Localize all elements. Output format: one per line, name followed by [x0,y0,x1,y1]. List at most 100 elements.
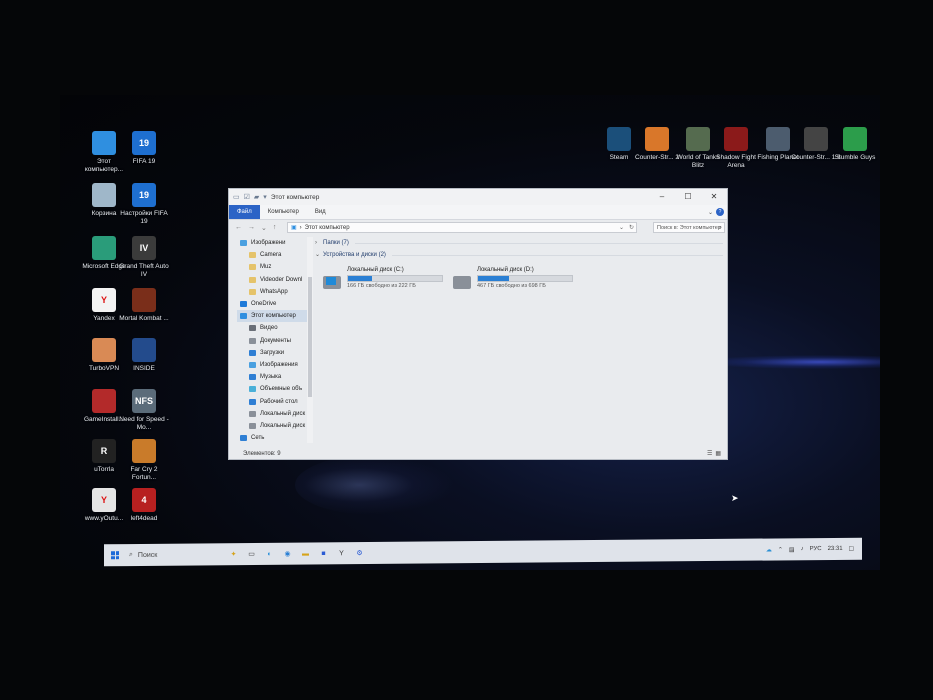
search-input[interactable]: Поиск в: Этот компьютер ⌕ [653,222,725,233]
drive-icon [249,410,256,417]
properties-icon[interactable]: ☑ [244,193,250,201]
weather-icon[interactable]: ☁ [766,546,772,553]
this-pc-icon: ▣ [291,225,297,231]
yandex-icon[interactable]: Y [337,549,346,558]
turbovpn-icon [92,338,116,362]
address-text: Этот компьютер [304,224,350,231]
tab-computer[interactable]: Компьютер [260,205,307,219]
desktop-icon-nfs[interactable]: NFS Need for Speed - Mo... [118,389,170,432]
back-arrow-icon[interactable]: ← [235,224,242,232]
nav-item[interactable]: Музыка [237,371,307,383]
desktop-icon-farcry2[interactable]: Far Cry 2 Fortun... [118,439,170,482]
chevron-right-icon: › [315,240,317,246]
language-indicator[interactable]: РУС [810,546,822,552]
ribbon-expand-icon[interactable]: ⌄ [708,209,713,216]
drive-usage-bar [477,275,573,282]
drive-usage-bar [347,275,443,282]
nav-item[interactable]: Рабочий стол [237,395,307,407]
nav-item[interactable]: Изображения [237,359,307,371]
nav-item[interactable]: Сеть [237,432,307,443]
status-bar-count: Элементов: 9 [243,451,281,457]
nav-item[interactable]: Camera [237,249,307,261]
nav-item[interactable]: Videoder Downl [237,274,307,286]
nav-item-label: Этот компьютер [251,313,296,320]
desktop-icon-stumble-guys[interactable]: Stumble Guys [829,127,881,162]
desktop-icon-label: Stumble Guys [834,154,876,161]
nav-item-label: Локальный диск [260,422,306,429]
minimize-button[interactable]: – [649,189,675,205]
nav-item[interactable]: Muz [237,261,307,273]
tab-view[interactable]: Вид [307,205,334,219]
desktop-icon-label: INSIDE [133,365,155,372]
nav-item[interactable]: Загрузки [237,347,307,359]
help-icon[interactable]: ? [716,208,724,216]
title-bar[interactable]: ▭ ☑ ▰ ▾ Этот компьютер – ☐ ✕ [229,189,727,205]
edge-icon[interactable]: ◐ [265,549,274,558]
chevron-up-icon[interactable]: ⌃ [778,546,783,553]
folder-icon [249,288,256,295]
start-button[interactable] [111,551,119,560]
address-dropdown-icon[interactable]: ⌄ [619,224,624,231]
maximize-button[interactable]: ☐ [675,189,701,205]
up-arrow-icon[interactable]: ↑ [273,224,277,232]
browser-icon[interactable]: ◉ [283,549,292,558]
recent-chevron-icon[interactable]: ⌄ [261,224,267,232]
drive-tile[interactable]: Локальный диск (C:) 166 ГБ свободно из 22… [323,267,448,299]
drive-tile[interactable]: Локальный диск (D:) 467 ГБ свободно из 69… [453,267,578,299]
settings-icon[interactable]: ⚙ [355,549,364,558]
chevron-down-icon[interactable]: ▾ [263,193,267,201]
drive-free-space: 467 ГБ свободно из 698 ГБ [477,283,546,289]
desktop-icon-gta4[interactable]: IV Grand Theft Auto IV [118,236,170,279]
hard-drive-icon [323,276,341,289]
scrollbar-thumb[interactable] [308,277,312,397]
close-button[interactable]: ✕ [701,189,727,205]
game-installer-icon [92,389,116,413]
nfs-icon: NFS [132,389,156,413]
nav-item-label: Рабочий стол [260,398,298,405]
gta4-icon: IV [132,236,156,260]
desktop-icon-fifa19-settings[interactable]: 19 Настройки FIFA 19 [118,183,170,226]
desktop-icon-inside[interactable]: INSIDE [118,338,170,373]
desktop-icon-left4dead[interactable]: 4 left4dead [118,488,170,523]
desktop-icon-mortal-kombat[interactable]: Mortal Kombat ... [118,288,170,323]
explorer-window[interactable]: ▭ ☑ ▰ ▾ Этот компьютер – ☐ ✕ Файл Компью… [228,188,728,460]
utorrla-icon: R [92,439,116,463]
desktop-icon-fifa19[interactable]: 19 FIFA 19 [118,131,170,166]
details-view-icon[interactable]: ☰ [707,450,712,457]
nav-item[interactable]: Объемные объ [237,383,307,395]
nav-item[interactable]: OneDrive [237,298,307,310]
cs2-icon [645,127,669,151]
nav-item[interactable]: Этот компьютер [237,310,307,323]
nav-item-label: Локальный диск [260,410,306,417]
store-icon[interactable]: ■ [319,549,328,558]
task-view-icon[interactable]: ▭ [247,549,256,558]
group-folders[interactable]: › Папки (7) [315,237,723,249]
new-folder-icon[interactable]: ▰ [254,193,259,201]
nav-item[interactable]: Изображени [237,237,307,249]
network-icon[interactable]: ▤ [789,546,795,553]
forward-arrow-icon[interactable]: → [248,224,255,232]
nav-item[interactable]: Видео [237,322,307,334]
address-bar[interactable]: ▣ › Этот компьютер ⌄ ↻ [287,222,637,233]
nav-item[interactable]: Документы [237,335,307,347]
notifications-icon[interactable]: ☐ [849,545,854,552]
clock[interactable]: 23:31 [828,546,843,552]
volume-icon[interactable]: ♪ [801,546,804,552]
taskbar-search[interactable]: ⌕ Поиск [129,548,219,561]
tab-file[interactable]: Файл [229,205,260,219]
chevron-down-icon: ⌄ [315,252,321,258]
nav-item-label: Изображени [251,240,286,247]
widgets-icon[interactable]: ✦ [229,550,238,559]
refresh-icon[interactable]: ↻ [629,224,634,231]
group-drives[interactable]: ⌄ Устройства и диски (2) [315,249,723,261]
nav-scrollbar[interactable] [307,237,313,443]
breadcrumb-separator-icon: › [299,224,302,231]
nav-item[interactable]: Локальный диск [237,408,307,420]
mouse-cursor-icon: ➤ [731,493,739,503]
file-explorer-icon[interactable]: ▬ [301,549,310,558]
tiles-view-icon[interactable]: ▦ [715,450,721,457]
nav-item[interactable]: Локальный диск [237,420,307,432]
nav-item[interactable]: WhatsApp [237,286,307,298]
navigation-pane[interactable]: Изображени Camera Muz Videoder Downl WhatsAp… [237,237,307,443]
fishing-planet-icon [766,127,790,151]
